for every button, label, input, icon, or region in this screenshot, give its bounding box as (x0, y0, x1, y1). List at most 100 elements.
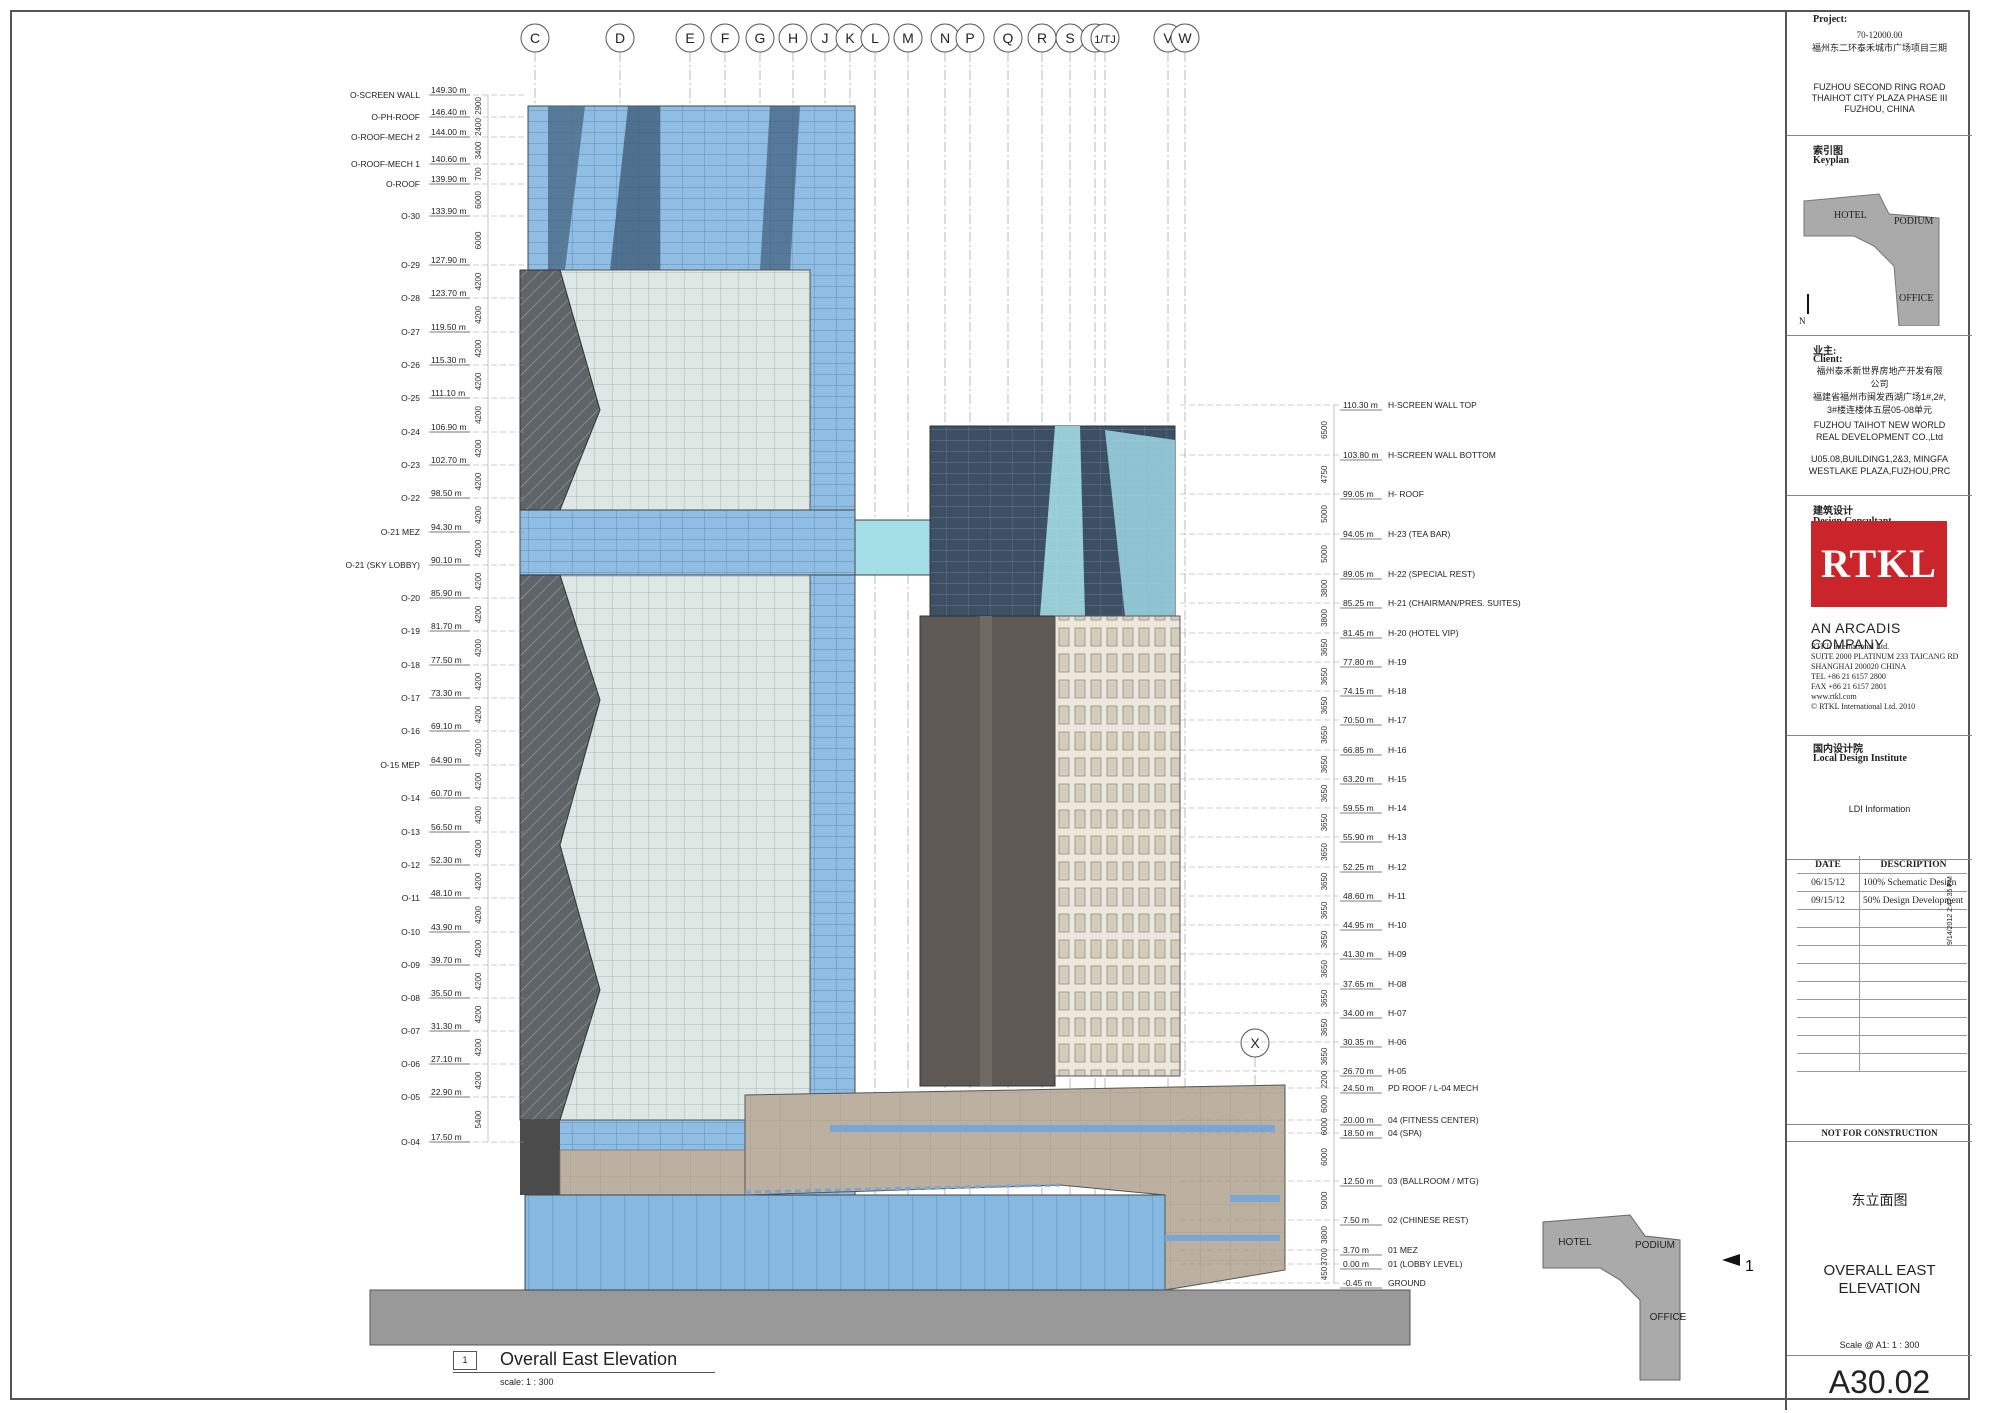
drawing-number-box: 1 (453, 1351, 477, 1370)
hotel-level-name: H-16 (1388, 745, 1407, 755)
view-marker-number: 1 (1745, 1258, 1754, 1275)
grid-bubble-label: W (1178, 30, 1192, 46)
office-level-dimension: 4200 (474, 272, 483, 290)
grid-bubble-label: K (845, 30, 855, 46)
hotel-level-dimension: 3650 (1320, 755, 1329, 773)
office-level-name: O-09 (401, 960, 420, 970)
hotel-level-name: H-SCREEN WALL BOTTOM (1388, 450, 1496, 460)
office-level-elevation: 111.10 m (431, 388, 465, 398)
not-for-construction: NOT FOR CONSTRUCTION (1821, 1128, 1938, 1138)
office-level-name: O-07 (401, 1026, 420, 1036)
grid-bubble-label: 1/TJ (1094, 34, 1115, 46)
project-name-en-3: FUZHOU, CHINA (1844, 104, 1915, 114)
hotel-level-elevation: 70.50 m (1343, 715, 1374, 725)
client-cn-1: 福州泰禾新世界房地产开发有限 (1816, 366, 1943, 376)
office-level-name: O-21 MEZ (381, 527, 420, 537)
project-name-cn: 福州东二环泰禾城市广场项目三期 (1811, 43, 1947, 53)
office-level-elevation: 31.30 m (431, 1021, 462, 1031)
hotel-level-elevation: 3.70 m (1343, 1245, 1369, 1255)
rev-date: 06/15/12 (1797, 873, 1860, 892)
ground-slab (369, 1289, 1411, 1346)
hotel-level-dimension: 3800 (1320, 579, 1329, 597)
office-level-name: O-30 (401, 211, 420, 221)
grid-bubble-label: D (615, 30, 625, 46)
hotel-level-name: H-08 (1388, 979, 1407, 989)
hotel-level-dimension: 6000 (1320, 1095, 1329, 1113)
office-level-elevation: 60.70 m (431, 788, 462, 798)
hotel-level-dimension: 4750 (1320, 465, 1329, 483)
hotel-level-dimension: 3700 (1320, 1248, 1329, 1266)
ldi-section: 国内设计院 Local Design Institute LDI Informa… (1787, 736, 1972, 860)
office-level-elevation: 77.50 m (431, 655, 462, 665)
keyplan-office-label: OFFICE (1650, 1312, 1687, 1323)
nfc-section: NOT FOR CONSTRUCTION (1787, 1124, 1972, 1142)
project-number: 70-12000.00 (1856, 30, 1903, 40)
office-level-dimension: 4200 (474, 306, 483, 324)
podium-window-band (1165, 1235, 1280, 1241)
hotel-level-elevation: 24.50 m (1343, 1083, 1374, 1093)
office-level-dimension: 4200 (474, 506, 483, 524)
office-level-name: O-13 (401, 827, 420, 837)
office-level-name: O-15 MEP (380, 760, 420, 770)
office-level-name: O-06 (401, 1059, 420, 1069)
hotel-level-elevation: 18.50 m (1343, 1128, 1374, 1138)
consultant-label: 建筑设计 (1813, 506, 1853, 517)
office-level-dimension: 4200 (474, 705, 483, 723)
office-level-name: O-ROOF-MECH 2 (351, 132, 420, 142)
office-level-dimension: 6000 (474, 191, 483, 209)
office-sky-lobby-band (519, 509, 856, 576)
office-level-elevation: 81.70 m (431, 621, 462, 631)
grid-bubble-label: Q (1003, 30, 1014, 46)
hotel-level-elevation: 77.80 m (1343, 657, 1374, 667)
client-cn-3: 福建省福州市闽发西湖广场1#,2#, (1812, 392, 1947, 402)
hotel-level-elevation: 7.50 m (1343, 1215, 1369, 1225)
hotel-level-name: H-SCREEN WALL TOP (1388, 400, 1477, 410)
hotel-level-elevation: 59.55 m (1343, 803, 1374, 813)
north-arrow-label: N (1799, 316, 1806, 326)
office-level-dimension: 4200 (474, 472, 483, 490)
address-line: RTKL International Ltd. (1811, 642, 1890, 651)
hotel-level-dimension: 450 (1320, 1266, 1329, 1280)
office-base-stone (559, 1149, 751, 1196)
plot-stamp: 9/14/2012 2:47:35 PM (1947, 876, 1954, 945)
office-level-name: O-19 (401, 626, 420, 636)
project-name-en-1: FUZHOU SECOND RING ROAD (1813, 82, 1946, 92)
office-level-name: O-18 (401, 660, 420, 670)
hotel-level-dimension: 3650 (1320, 1018, 1329, 1036)
office-level-elevation: 127.90 m (431, 255, 466, 265)
drawing-keyplan: HOTEL PODIUM OFFICE 1 (1542, 1214, 1754, 1381)
hotel-level-name: H-18 (1388, 686, 1407, 696)
office-level-name: O-16 (401, 726, 420, 736)
hotel-level-name: H-12 (1388, 862, 1407, 872)
hotel-level-elevation: -0.45 m (1343, 1278, 1372, 1288)
grid-bubble-label: L (871, 30, 879, 46)
hotel-level-name: 01 MEZ (1388, 1245, 1418, 1255)
office-level-name: O-PH-ROOF (371, 112, 420, 122)
office-level-name: O-29 (401, 260, 420, 270)
keyplan-diagram: HOTEL PODIUM OFFICE N (1799, 193, 1940, 326)
office-level-elevation: 35.50 m (431, 988, 462, 998)
office-level-dimension: 4200 (474, 372, 483, 390)
office-level-name: O-25 (401, 393, 420, 403)
hotel-level-elevation: 55.90 m (1343, 832, 1374, 842)
keyplan-office: OFFICE (1899, 293, 1933, 304)
hotel-level-name: PD ROOF / L-04 MECH (1388, 1083, 1478, 1093)
sheet-number-section: A30.02 (1787, 1355, 1972, 1410)
office-base-dark (520, 1120, 560, 1195)
project-name-en-2: THAIHOT CITY PLAZA PHASE III (1811, 93, 1948, 103)
client-label-en: Client: (1813, 354, 1843, 365)
address-line: FAX +86 21 6157 2801 (1811, 682, 1887, 691)
revision-table: DATE DESCRIPTION 06/15/12 100% Schematic D… (1797, 856, 1967, 1072)
hotel-level-name: H-13 (1388, 832, 1407, 842)
hotel-level-dimension: 3650 (1320, 1047, 1329, 1065)
office-level-dimension: 4200 (474, 739, 483, 757)
office-level-name: O-22 (401, 493, 420, 503)
office-level-dimension: 4200 (474, 939, 483, 957)
client-en-1: FUZHOU TAIHOT NEW WORLD (1813, 420, 1946, 430)
client-cn-4: 3#楼连楼体五层05-08单元 (1826, 405, 1933, 415)
office-level-name: O-21 (SKY LOBBY) (346, 560, 421, 570)
office-level-elevation: 94.30 m (431, 522, 462, 532)
address-line: © RTKL International Ltd. 2010 (1811, 702, 1916, 711)
lobby-glass (524, 1194, 1166, 1291)
office-level-name: O-05 (401, 1092, 420, 1102)
